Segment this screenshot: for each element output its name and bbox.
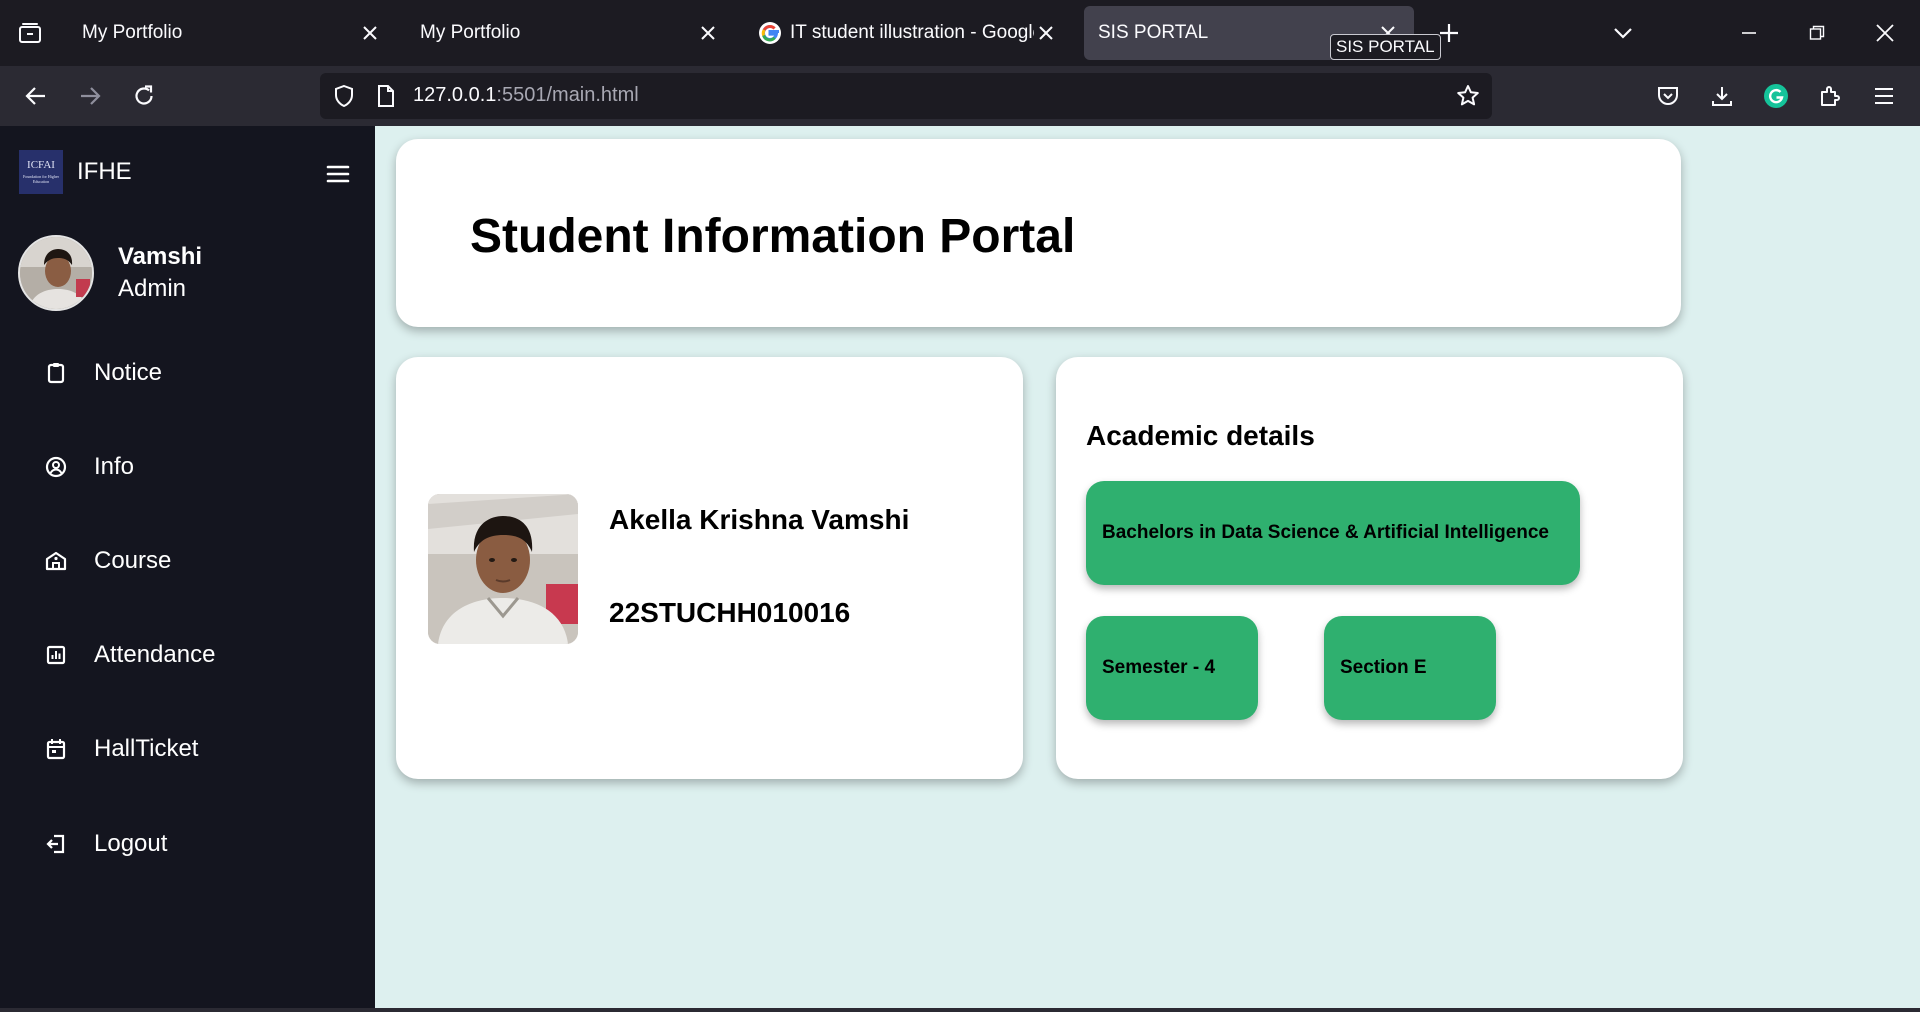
window-close-icon[interactable] — [1868, 18, 1902, 48]
sidebar-item-notice[interactable]: Notice — [0, 343, 375, 403]
user-role: Admin — [118, 275, 187, 302]
degree-badge: Bachelors in Data Science & Artificial I… — [1086, 481, 1580, 585]
sidebar-item-label: Logout — [94, 830, 168, 857]
sidebar-item-label: Attendance — [94, 641, 216, 668]
sidebar-item-label: Notice — [94, 359, 163, 386]
brand-name: IFHE — [77, 158, 132, 185]
tab-title: My Portfolio — [82, 22, 183, 43]
student-photo — [428, 494, 578, 644]
logout-icon — [44, 832, 68, 856]
student-name: Akella Krishna Vamshi — [609, 504, 910, 535]
sidebar-item-label: Info — [94, 453, 135, 480]
menu-toggle-icon[interactable] — [326, 164, 350, 184]
semester-badge: Semester - 4 — [1086, 616, 1258, 720]
sidebar-item-label: Course — [94, 547, 172, 574]
bar-chart-icon — [44, 643, 68, 667]
user-circle-icon — [44, 455, 68, 479]
tab-title: IT student illustration - Google S — [790, 22, 1034, 43]
logo-subtext: Foundation for Higher Education — [23, 174, 59, 184]
sidebar-item-info[interactable]: Info — [0, 437, 375, 497]
pocket-icon[interactable] — [1652, 80, 1684, 112]
student-id: 22STUCHH010016 — [609, 597, 851, 628]
url-text[interactable]: 127.0.0.1:5501/main.html — [413, 84, 639, 107]
list-all-tabs-chevron-down-icon[interactable] — [1606, 18, 1640, 48]
address-bar[interactable]: 127.0.0.1:5501/main.html — [320, 73, 1492, 119]
hamburger-menu-icon[interactable] — [1868, 80, 1900, 112]
minimize-icon[interactable] — [1732, 18, 1766, 48]
page-viewport: ICFAI Foundation for Higher Education IF… — [0, 126, 1920, 1008]
close-icon[interactable] — [696, 21, 720, 45]
browser-tab[interactable]: My Portfolio — [68, 6, 396, 60]
profile-text: Vamshi Admin — [118, 241, 202, 305]
bookmark-star-icon[interactable] — [1456, 84, 1480, 108]
tab-title: My Portfolio — [420, 22, 521, 43]
close-icon[interactable] — [358, 21, 382, 45]
url-path: :5501/main.html — [496, 84, 639, 106]
url-host: 127.0.0.1 — [413, 84, 497, 106]
grammarly-icon[interactable] — [1760, 80, 1792, 112]
google-icon — [758, 21, 782, 45]
new-tab-button[interactable] — [1434, 18, 1464, 48]
student-card: Akella Krishna Vamshi 22STUCHH010016 — [396, 357, 1023, 779]
user-profile: Vamshi Admin — [18, 235, 202, 311]
extensions-puzzle-icon[interactable] — [1814, 80, 1846, 112]
header-card: Student Information Portal — [396, 139, 1681, 327]
window-bottom-edge — [0, 1008, 1920, 1012]
section-badge: Section E — [1324, 616, 1496, 720]
sidebar-item-attendance[interactable]: Attendance — [0, 625, 375, 685]
sidebar-item-hallticket[interactable]: HallTicket — [0, 719, 375, 779]
user-name: Vamshi — [118, 243, 203, 270]
clipboard-icon — [44, 361, 68, 385]
avatar — [18, 235, 94, 311]
back-arrow-icon[interactable] — [20, 80, 52, 112]
reload-icon[interactable] — [128, 80, 160, 112]
browser-tab[interactable]: My Portfolio — [406, 6, 734, 60]
download-icon[interactable] — [1706, 80, 1738, 112]
academic-details-card: Academic details Bachelors in Data Scien… — [1056, 357, 1683, 779]
browser-tab-bar: My Portfolio My Portfolio IT student ill… — [0, 0, 1920, 66]
academic-title: Academic details — [1086, 420, 1315, 451]
shield-icon[interactable] — [332, 84, 356, 108]
close-icon[interactable] — [1034, 21, 1058, 45]
restore-icon[interactable] — [1800, 18, 1834, 48]
sidebar-item-label: HallTicket — [94, 735, 199, 762]
sidebar-item-course[interactable]: Course — [0, 531, 375, 591]
school-icon — [44, 549, 68, 573]
forward-arrow-icon[interactable] — [74, 80, 106, 112]
browser-tab[interactable]: IT student illustration - Google S — [744, 6, 1072, 60]
tab-tooltip: SIS PORTAL — [1330, 34, 1441, 60]
page-icon[interactable] — [374, 84, 398, 108]
icfai-logo: ICFAI Foundation for Higher Education — [19, 150, 63, 194]
calendar-icon — [44, 737, 68, 761]
logo-text: ICFAI — [27, 159, 55, 171]
firefox-view-icon[interactable] — [12, 18, 48, 48]
page-title: Student Information Portal — [470, 210, 1076, 263]
sidebar: ICFAI Foundation for Higher Education IF… — [0, 126, 375, 1008]
browser-nav-bar: 127.0.0.1:5501/main.html — [0, 66, 1920, 126]
sidebar-item-logout[interactable]: Logout — [0, 814, 375, 874]
brand[interactable]: ICFAI Foundation for Higher Education IF… — [19, 150, 132, 194]
